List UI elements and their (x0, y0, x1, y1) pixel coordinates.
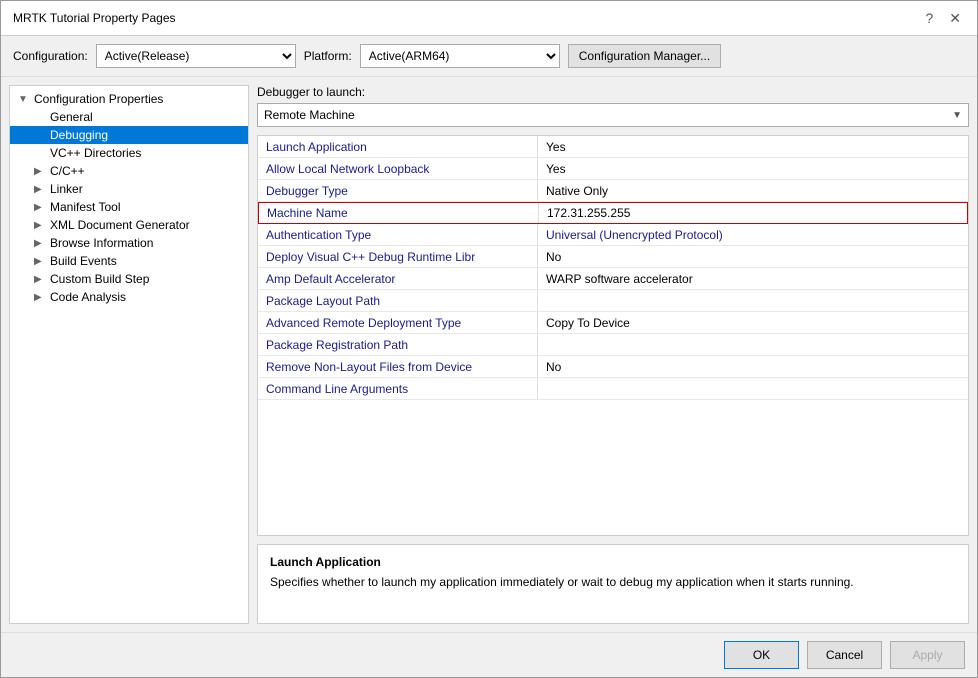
tree-label-code-analysis: Code Analysis (50, 290, 126, 304)
cancel-button[interactable]: Cancel (807, 641, 882, 669)
config-manager-button[interactable]: Configuration Manager... (568, 44, 721, 68)
debugger-arrow-icon: ▼ (952, 110, 962, 121)
dialog-title: MRTK Tutorial Property Pages (13, 11, 176, 25)
prop-row-debugger-type[interactable]: Debugger Type Native Only (258, 180, 968, 202)
prop-name-cmd-args: Command Line Arguments (258, 378, 538, 399)
prop-name-amp-accelerator: Amp Default Accelerator (258, 268, 538, 289)
prop-row-amp-accelerator[interactable]: Amp Default Accelerator WARP software ac… (258, 268, 968, 290)
tree-label-cpp: C/C++ (50, 164, 85, 178)
info-section: Launch Application Specifies whether to … (257, 544, 969, 624)
tree-root-config[interactable]: ▼ Configuration Properties (10, 90, 248, 108)
title-bar: MRTK Tutorial Property Pages ? ✕ (1, 1, 977, 36)
tree-label-build-events: Build Events (50, 254, 117, 268)
prop-value-machine-name: 172.31.255.255 (539, 203, 967, 223)
info-text: Specifies whether to launch my applicati… (270, 575, 956, 589)
platform-label: Platform: (304, 49, 352, 63)
tree-label-xml: XML Document Generator (50, 218, 190, 232)
prop-name-remove-non-layout: Remove Non-Layout Files from Device (258, 356, 538, 377)
ok-button[interactable]: OK (724, 641, 799, 669)
debugger-dropdown[interactable]: Remote Machine ▼ (257, 103, 969, 127)
debugger-value: Remote Machine (264, 108, 355, 122)
tree-item-general[interactable]: General (10, 108, 248, 126)
prop-row-cmd-args[interactable]: Command Line Arguments (258, 378, 968, 400)
prop-row-package-layout[interactable]: Package Layout Path (258, 290, 968, 312)
properties-table: Launch Application Yes Allow Local Netwo… (257, 135, 969, 536)
expand-xml-icon: ▶ (34, 220, 46, 231)
tree-label-custom-build: Custom Build Step (50, 272, 149, 286)
prop-name-deploy-runtime: Deploy Visual C++ Debug Runtime Libr (258, 246, 538, 267)
close-button[interactable]: ✕ (945, 9, 965, 27)
expand-cpp-icon: ▶ (34, 166, 46, 177)
prop-name-package-reg: Package Registration Path (258, 334, 538, 355)
prop-row-adv-remote-deploy[interactable]: Advanced Remote Deployment Type Copy To … (258, 312, 968, 334)
prop-name-adv-remote-deploy: Advanced Remote Deployment Type (258, 312, 538, 333)
right-panel: Debugger to launch: Remote Machine ▼ Lau… (257, 85, 969, 624)
tree-item-browse-info[interactable]: ▶ Browse Information (10, 234, 248, 252)
tree-label-general: General (50, 110, 93, 124)
prop-name-debugger-type: Debugger Type (258, 180, 538, 201)
tree-item-code-analysis[interactable]: ▶ Code Analysis (10, 288, 248, 306)
prop-value-debugger-type: Native Only (538, 180, 968, 201)
prop-row-deploy-runtime[interactable]: Deploy Visual C++ Debug Runtime Libr No (258, 246, 968, 268)
prop-value-loopback: Yes (538, 158, 968, 179)
tree-item-manifest-tool[interactable]: ▶ Manifest Tool (10, 198, 248, 216)
prop-name-machine-name: Machine Name (259, 203, 539, 223)
tree-item-linker[interactable]: ▶ Linker (10, 180, 248, 198)
apply-button[interactable]: Apply (890, 641, 965, 669)
config-label: Configuration: (13, 49, 88, 63)
toolbar: Configuration: Active(Release) Platform:… (1, 36, 977, 77)
prop-name-package-layout: Package Layout Path (258, 290, 538, 311)
tree-item-build-events[interactable]: ▶ Build Events (10, 252, 248, 270)
prop-value-deploy-runtime: No (538, 246, 968, 267)
collapse-arrow-icon: ▼ (18, 94, 30, 105)
left-tree-panel: ▼ Configuration Properties General Debug… (9, 85, 249, 624)
tree-item-cpp[interactable]: ▶ C/C++ (10, 162, 248, 180)
prop-value-auth-type: Universal (Unencrypted Protocol) (538, 224, 968, 245)
help-button[interactable]: ? (921, 9, 937, 27)
prop-value-amp-accelerator: WARP software accelerator (538, 268, 968, 289)
info-title: Launch Application (270, 555, 956, 569)
expand-manifest-icon: ▶ (34, 202, 46, 213)
prop-name-loopback: Allow Local Network Loopback (258, 158, 538, 179)
prop-value-launch-app: Yes (538, 136, 968, 157)
tree-label-manifest: Manifest Tool (50, 200, 120, 214)
tree-item-vc-directories[interactable]: VC++ Directories (10, 144, 248, 162)
debugger-section: Debugger to launch: Remote Machine ▼ (257, 85, 969, 127)
prop-value-package-layout (538, 290, 968, 311)
expand-linker-icon: ▶ (34, 184, 46, 195)
expand-build-events-icon: ▶ (34, 256, 46, 267)
tree-label-vc: VC++ Directories (50, 146, 141, 160)
prop-name-auth-type: Authentication Type (258, 224, 538, 245)
prop-row-machine-name[interactable]: Machine Name 172.31.255.255 (258, 202, 968, 224)
prop-name-launch-app: Launch Application (258, 136, 538, 157)
configuration-dropdown[interactable]: Active(Release) (96, 44, 296, 68)
prop-value-cmd-args (538, 378, 968, 399)
prop-row-package-reg[interactable]: Package Registration Path (258, 334, 968, 356)
bottom-buttons: OK Cancel Apply (1, 632, 977, 677)
tree-label-linker: Linker (50, 182, 83, 196)
content-area: ▼ Configuration Properties General Debug… (1, 77, 977, 632)
platform-dropdown[interactable]: Active(ARM64) (360, 44, 560, 68)
tree-item-debugging[interactable]: Debugging (10, 126, 248, 144)
expand-custom-build-icon: ▶ (34, 274, 46, 285)
prop-row-auth-type[interactable]: Authentication Type Universal (Unencrypt… (258, 224, 968, 246)
tree-label-debugging: Debugging (50, 128, 108, 142)
expand-code-analysis-icon: ▶ (34, 292, 46, 303)
prop-row-remove-non-layout[interactable]: Remove Non-Layout Files from Device No (258, 356, 968, 378)
tree-item-custom-build[interactable]: ▶ Custom Build Step (10, 270, 248, 288)
expand-browse-icon: ▶ (34, 238, 46, 249)
tree-item-xml-doc[interactable]: ▶ XML Document Generator (10, 216, 248, 234)
tree-label-browse: Browse Information (50, 236, 153, 250)
title-controls: ? ✕ (921, 9, 965, 27)
property-pages-dialog: MRTK Tutorial Property Pages ? ✕ Configu… (0, 0, 978, 678)
tree-root-label: Configuration Properties (34, 92, 163, 106)
prop-value-adv-remote-deploy: Copy To Device (538, 312, 968, 333)
debugger-launch-label: Debugger to launch: (257, 85, 969, 99)
prop-row-loopback[interactable]: Allow Local Network Loopback Yes (258, 158, 968, 180)
prop-row-launch-app[interactable]: Launch Application Yes (258, 136, 968, 158)
prop-value-remove-non-layout: No (538, 356, 968, 377)
prop-value-package-reg (538, 334, 968, 355)
